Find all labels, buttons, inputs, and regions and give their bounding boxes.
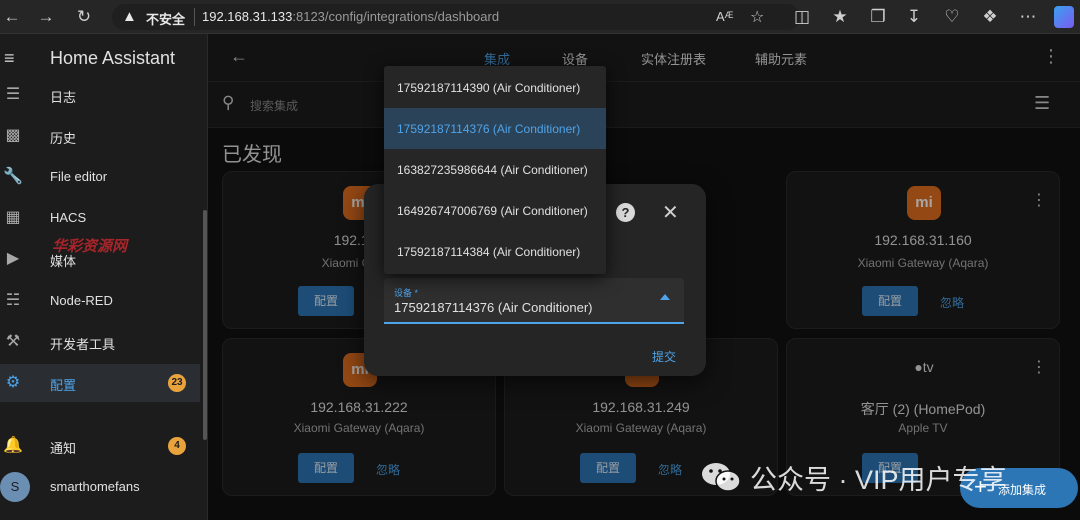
wrench-icon: 🔧 <box>3 168 23 185</box>
sitemap-icon: ☵ <box>5 292 21 309</box>
close-icon[interactable]: ✕ <box>662 200 679 225</box>
extensions-icon[interactable]: ❖ <box>980 7 1000 27</box>
avatar[interactable]: S <box>0 472 30 502</box>
sidebar-item-notifications[interactable]: 🔔 通知 4 <box>0 427 200 465</box>
list-icon: ☰ <box>5 86 21 103</box>
health-icon[interactable]: ♡ <box>942 7 962 27</box>
warning-icon: ▲ <box>122 8 137 25</box>
sidebar-item-profile[interactable]: smarthomefans <box>0 468 200 506</box>
sidebar-item-media[interactable]: ▶ 媒体 <box>0 240 200 278</box>
hammer-icon: ⚒ <box>5 333 21 350</box>
dropdown-option[interactable]: 164926747006769 (Air Conditioner) <box>384 190 606 231</box>
read-aloud-icon[interactable]: Aᴭ <box>716 9 733 24</box>
forward-icon[interactable]: → <box>36 7 56 27</box>
chart-icon: ▩ <box>5 127 21 144</box>
sidebar-item-file-editor[interactable]: 🔧 File editor <box>0 158 200 196</box>
split-screen-icon[interactable]: ◫ <box>792 7 812 27</box>
store-icon: ▦ <box>5 209 21 226</box>
device-select-label: 设备 * <box>394 288 419 298</box>
sidebar-item-logbook[interactable]: ☰ 日志 <box>0 76 200 114</box>
security-label: 不安全 <box>146 12 186 27</box>
browser-toolbar: ← → ↻ ▲ 不安全 192.168.31.133:8123/config/i… <box>0 0 1080 34</box>
dropdown-option-selected[interactable]: 17592187114376 (Air Conditioner) <box>384 108 606 149</box>
device-select-value: 17592187114376 (Air Conditioner) <box>394 300 593 315</box>
media-icon: ▶ <box>6 250 20 267</box>
sidebar-item-configuration[interactable]: ⚙ 配置 23 <box>0 364 200 402</box>
sidebar-scrollbar[interactable] <box>203 210 207 440</box>
sidebar-item-history[interactable]: ▩ 历史 <box>0 117 200 155</box>
bell-icon: 🔔 <box>3 437 23 454</box>
favorite-star-icon[interactable]: ☆ <box>750 7 764 27</box>
notification-badge: 4 <box>168 437 186 455</box>
menu-icon[interactable]: ≡ <box>4 48 15 69</box>
reload-icon[interactable]: ↻ <box>74 7 94 27</box>
device-select[interactable]: 设备 * 17592187114376 (Air Conditioner) <box>384 278 684 324</box>
dropdown-option[interactable]: 17592187114384 (Air Conditioner) <box>384 231 606 272</box>
sidebar-item-hacs[interactable]: ▦ HACS <box>0 199 200 237</box>
more-dots-icon[interactable]: ⋯ <box>1018 7 1038 27</box>
dropdown-option[interactable]: 163827235986644 (Air Conditioner) <box>384 149 606 190</box>
collections-icon[interactable]: ❐ <box>868 7 888 27</box>
gear-icon: ⚙ <box>5 374 21 391</box>
copilot-icon[interactable] <box>1054 6 1074 28</box>
download-icon[interactable]: ↧ <box>904 7 924 27</box>
favorites-icon[interactable]: ★ <box>830 7 850 27</box>
sidebar-item-developer-tools[interactable]: ⚒ 开发者工具 <box>0 323 200 361</box>
address-bar[interactable]: ▲ 不安全 192.168.31.133:8123/config/integra… <box>112 4 800 30</box>
sidebar-item-node-red[interactable]: ☵ Node-RED <box>0 282 200 320</box>
config-badge: 23 <box>168 374 186 392</box>
dropdown-option[interactable]: 17592187114390 (Air Conditioner) <box>384 67 606 108</box>
help-icon[interactable]: ? <box>616 203 635 222</box>
wechat-logo-icon <box>702 463 741 492</box>
sidebar-title: Home Assistant <box>50 48 176 68</box>
back-icon[interactable]: ← <box>2 7 22 27</box>
watermark-text: 公众号 · VIP用户专享 <box>750 465 1007 495</box>
url-text: 192.168.31.133:8123/config/integrations/… <box>202 9 500 24</box>
sidebar: ≡ Home Assistant ☰ 日志 ▩ 历史 🔧 File editor… <box>0 34 208 520</box>
caret-up-icon <box>660 294 670 300</box>
submit-button[interactable]: 提交 <box>652 348 676 365</box>
